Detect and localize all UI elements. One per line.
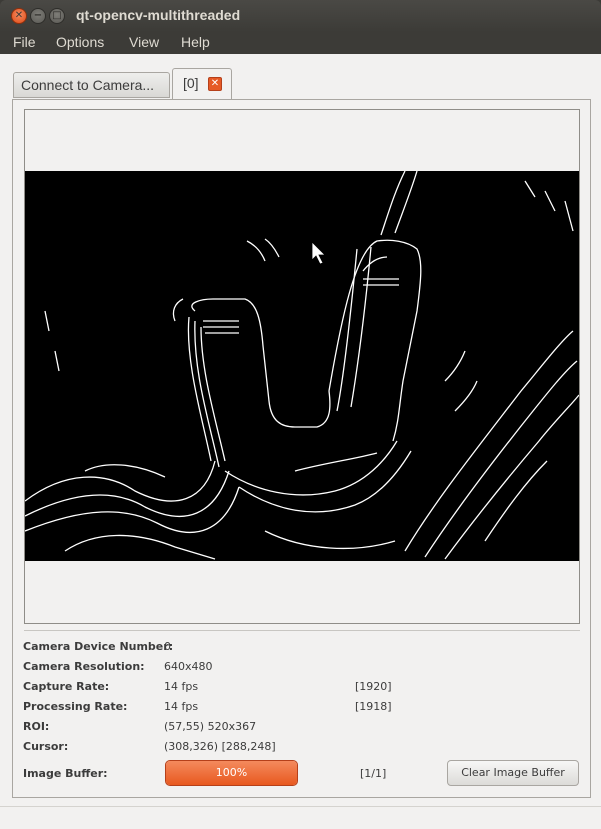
image-buffer-progress: 100%	[165, 760, 298, 786]
window-close-button[interactable]: ✕	[11, 8, 27, 24]
camera-tab-label: [0]	[183, 75, 199, 91]
menu-help[interactable]: Help	[181, 34, 210, 50]
info-value-device-number: 0	[164, 640, 171, 653]
connect-to-camera-tab[interactable]: Connect to Camera...	[13, 72, 170, 98]
menu-bar: File Options View Help	[0, 32, 601, 54]
menu-options[interactable]: Options	[56, 34, 104, 50]
image-buffer-count: [1/1]	[360, 767, 387, 780]
info-value-resolution: 640x480	[164, 660, 213, 673]
camera-frame-image	[25, 171, 579, 560]
info-extra-capture-count: [1920]	[355, 680, 392, 693]
minimize-icon: −	[33, 10, 43, 21]
info-label-resolution: Camera Resolution:	[23, 660, 145, 673]
edge-detection-frame[interactable]	[25, 171, 579, 561]
window-maximize-button[interactable]: □	[49, 8, 65, 24]
info-divider	[24, 630, 580, 631]
camera-tab-0[interactable]: [0] ✕	[172, 68, 232, 100]
status-bar	[0, 806, 601, 829]
info-value-processing-rate: 14 fps	[164, 700, 199, 713]
camera-view-pane: Camera Device Number: 0 Camera Resolutio…	[12, 99, 591, 798]
info-label-device-number: Camera Device Number:	[23, 640, 174, 653]
menu-file[interactable]: File	[13, 34, 36, 50]
info-label-roi: ROI:	[23, 720, 50, 733]
info-label-processing-rate: Processing Rate:	[23, 700, 128, 713]
clear-image-buffer-button[interactable]: Clear Image Buffer	[447, 760, 579, 786]
close-icon: ✕	[14, 10, 24, 21]
frame-label[interactable]	[24, 109, 580, 624]
main-window-client: Connect to Camera... [0] ✕ Camera Device…	[0, 54, 601, 829]
image-buffer-progress-text: 100%	[215, 766, 248, 779]
window-title: qt-opencv-multithreaded	[76, 7, 241, 23]
info-value-cursor: (308,326) [288,248]	[164, 740, 276, 753]
menu-view[interactable]: View	[129, 34, 159, 50]
close-icon[interactable]: ✕	[208, 77, 222, 91]
info-value-capture-rate: 14 fps	[164, 680, 199, 693]
info-value-roi: (57,55) 520x367	[164, 720, 257, 733]
info-label-image-buffer: Image Buffer:	[23, 767, 108, 780]
title-bar[interactable]: ✕ − □ qt-opencv-multithreaded	[0, 0, 601, 32]
info-label-cursor: Cursor:	[23, 740, 69, 753]
window-minimize-button[interactable]: −	[30, 8, 46, 24]
info-label-capture-rate: Capture Rate:	[23, 680, 110, 693]
info-extra-processing-count: [1918]	[355, 700, 392, 713]
maximize-icon: □	[52, 10, 62, 21]
